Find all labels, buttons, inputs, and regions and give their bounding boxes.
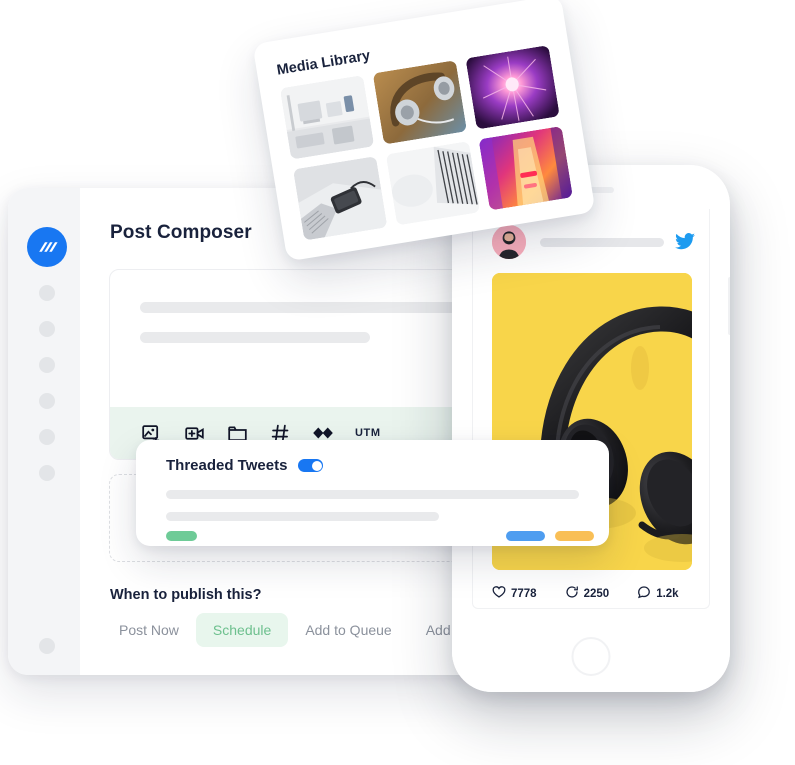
sidebar-item-4[interactable] <box>39 393 55 409</box>
thread-placeholder-line-2 <box>166 512 439 521</box>
phone-volume-button[interactable] <box>728 277 730 335</box>
thumb-laptop-keyboard[interactable] <box>385 141 481 226</box>
thumb-phone-on-laptop[interactable] <box>292 156 388 241</box>
page-title: Post Composer <box>110 222 252 243</box>
sidebar-item-3[interactable] <box>39 357 55 373</box>
stat-retweets[interactable]: 2250 <box>565 585 610 602</box>
phone-screen: 7778 2250 1.2k <box>472 209 710 609</box>
screenshot-stage: Post Composer UTM When to publish this? … <box>0 0 795 765</box>
wave-logo-icon[interactable] <box>27 227 67 267</box>
stat-comments[interactable]: 1.2k <box>637 585 679 602</box>
twitter-bird-icon <box>675 233 695 255</box>
tab-schedule[interactable]: Schedule <box>195 613 289 647</box>
avatar <box>492 225 526 259</box>
thread-chip-amber[interactable] <box>555 531 594 541</box>
stat-comments-value: 1.2k <box>656 587 679 600</box>
sidebar-item-7[interactable] <box>39 638 55 654</box>
threaded-tweets-header: Threaded Tweets <box>166 457 579 474</box>
threaded-tweets-card: Threaded Tweets <box>136 440 609 546</box>
tweet-header <box>492 225 695 261</box>
sidebar-item-5[interactable] <box>39 429 55 445</box>
media-library-grid <box>279 45 573 241</box>
tab-post-now[interactable]: Post Now <box>102 613 196 647</box>
publish-question-label: When to publish this? <box>110 587 262 603</box>
stat-likes-value: 7778 <box>511 587 537 600</box>
phone-preview: 7778 2250 1.2k <box>452 165 730 692</box>
threaded-tweets-title: Threaded Tweets <box>166 457 288 474</box>
comment-icon <box>637 585 651 602</box>
utm-icon[interactable]: UTM <box>355 427 381 439</box>
thread-chip-blue[interactable] <box>506 531 545 541</box>
thumb-desk-setup[interactable] <box>279 75 375 160</box>
heart-icon <box>492 585 506 602</box>
sidebar-rail <box>8 188 80 675</box>
sidebar-item-1[interactable] <box>39 285 55 301</box>
thumb-neon-corridor[interactable] <box>478 125 573 211</box>
thread-placeholder-line-1 <box>166 490 579 499</box>
tab-add-to-queue[interactable]: Add to Queue <box>288 613 408 647</box>
thumb-plasma-ball[interactable] <box>465 45 560 130</box>
stat-retweets-value: 2250 <box>583 587 610 600</box>
toggle-switch-icon[interactable] <box>298 459 324 472</box>
stat-likes[interactable]: 7778 <box>492 585 537 602</box>
tweet-author-placeholder <box>540 238 664 247</box>
thumb-silver-headphones[interactable] <box>372 60 468 145</box>
tweet-stats: 7778 2250 1.2k <box>492 585 679 602</box>
sidebar-item-2[interactable] <box>39 321 55 337</box>
retweet-icon <box>565 585 579 602</box>
thread-chip-green[interactable] <box>166 531 197 541</box>
text-placeholder-line-2 <box>140 332 370 343</box>
sidebar-item-6[interactable] <box>39 465 55 481</box>
home-button[interactable] <box>571 637 611 676</box>
